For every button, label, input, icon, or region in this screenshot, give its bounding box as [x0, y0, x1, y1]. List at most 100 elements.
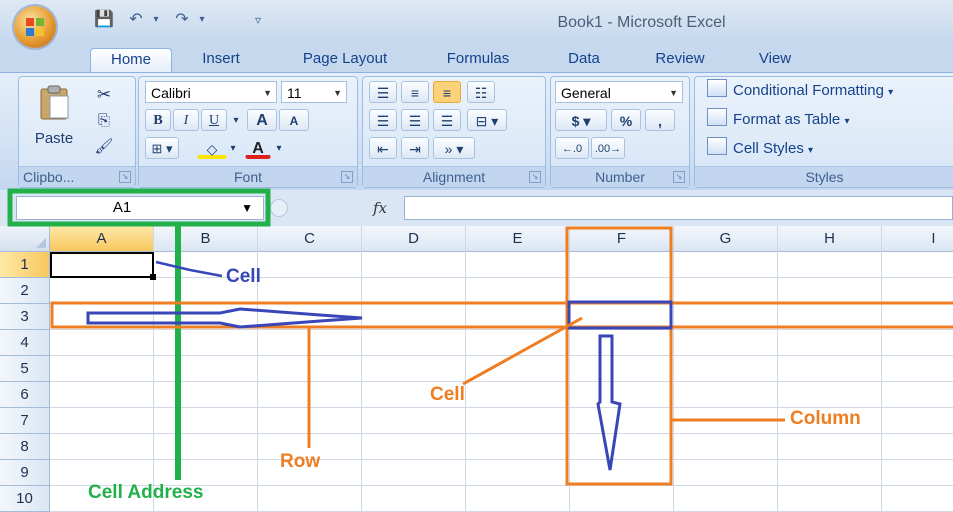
clipboard-launcher-icon[interactable]: ↘ — [119, 171, 131, 183]
bold-button[interactable]: B — [145, 109, 171, 131]
row-header[interactable]: 9 — [0, 460, 50, 486]
column-header[interactable]: D — [362, 226, 466, 252]
chevron-down-icon[interactable]: ▾ — [273, 137, 285, 159]
shrink-font-button[interactable]: A — [279, 109, 309, 131]
number-format-dropdown[interactable]: General ▼ — [555, 81, 683, 103]
row-header[interactable]: 6 — [0, 382, 50, 408]
worksheet-grid[interactable]: ABCDEFGHI 1 2 3 4 5 6 7 8 9 10 — [0, 226, 953, 512]
gridline — [881, 226, 882, 512]
tab-page-layout[interactable]: Page Layout — [288, 48, 402, 72]
tab-home[interactable]: Home — [90, 48, 172, 73]
annotation-column-label: Column — [790, 408, 861, 429]
name-box[interactable]: A1 ▼ — [16, 196, 264, 220]
office-logo-icon — [26, 18, 44, 36]
align-middle-icon[interactable]: ≡ — [401, 81, 429, 103]
row-header[interactable]: 4 — [0, 330, 50, 356]
chevron-down-icon[interactable]: ▾ — [229, 109, 243, 131]
decrease-indent-icon[interactable]: ⇤ — [369, 137, 397, 159]
chevron-down-icon: ▼ — [333, 88, 342, 98]
paste-button[interactable]: Paste — [23, 81, 85, 151]
column-header[interactable]: I — [882, 226, 953, 252]
percent-button[interactable]: % — [611, 109, 641, 131]
column-header[interactable]: E — [466, 226, 570, 252]
column-header[interactable]: F — [570, 226, 674, 252]
row-header[interactable]: 3 — [0, 304, 50, 330]
alignment-launcher-icon[interactable]: ↘ — [529, 171, 541, 183]
align-top-icon[interactable]: ☰ — [369, 81, 397, 103]
align-left-icon[interactable]: ☰ — [369, 109, 397, 131]
font-color-button[interactable]: A — [245, 137, 271, 159]
column-header[interactable]: H — [778, 226, 882, 252]
number-launcher-icon[interactable]: ↘ — [673, 171, 685, 183]
row-header[interactable]: 10 — [0, 486, 50, 512]
resize-handle-icon[interactable] — [270, 199, 288, 217]
alignment-group-label: Alignment — [363, 166, 545, 187]
tab-formulas[interactable]: Formulas — [432, 48, 524, 72]
gridline — [50, 277, 953, 278]
chevron-down-icon: ▾ — [808, 145, 814, 156]
select-all-triangle-icon — [36, 238, 46, 248]
column-header[interactable]: C — [258, 226, 362, 252]
cell-styles-label: Cell Styles — [733, 140, 804, 157]
currency-button[interactable]: $ ▾ — [555, 109, 607, 131]
chevron-down-icon: ▼ — [669, 88, 678, 98]
fill-color-icon[interactable]: ◇ — [197, 137, 227, 159]
row-header[interactable]: 5 — [0, 356, 50, 382]
insert-function-button[interactable]: fx — [360, 196, 400, 220]
styles-group-label: Styles — [695, 166, 953, 187]
office-button[interactable] — [14, 6, 56, 48]
cell-styles-icon — [707, 137, 727, 155]
font-group-label: Font — [139, 166, 357, 187]
row-header[interactable]: 2 — [0, 278, 50, 304]
annotation-cell-label-2: Cell — [430, 384, 465, 405]
grow-font-button[interactable]: A — [247, 109, 277, 131]
clipboard-group: Paste ✂ ⎘ 🖌 Clipbo... ↘ — [18, 76, 136, 188]
italic-button[interactable]: I — [173, 109, 199, 131]
underline-button[interactable]: U — [201, 109, 227, 131]
font-size-dropdown[interactable]: 11 ▼ — [281, 81, 347, 103]
tab-insert[interactable]: Insert — [186, 48, 256, 72]
annotation-cell-label: Cell — [226, 266, 261, 287]
conditional-formatting-button[interactable]: Conditional Formatting ▾ — [707, 79, 893, 103]
row-header[interactable]: 8 — [0, 434, 50, 460]
name-box-value: A1 — [112, 199, 132, 216]
align-right-icon[interactable]: ☰ — [433, 109, 461, 131]
format-painter-icon[interactable]: 🖌 — [91, 135, 117, 157]
chevron-down-icon: ▾ — [888, 87, 894, 98]
number-group: General ▼ $ ▾ % , ←.0 .00→ Number ↘ — [550, 76, 690, 188]
column-header[interactable]: B — [154, 226, 258, 252]
wrap-text-icon[interactable]: » ▾ — [433, 137, 475, 159]
tab-review[interactable]: Review — [644, 48, 716, 72]
cut-icon[interactable]: ✂ — [91, 83, 117, 105]
active-cell-a1[interactable] — [50, 252, 154, 278]
chevron-down-icon[interactable]: ▼ — [241, 197, 253, 219]
tab-view[interactable]: View — [744, 48, 806, 72]
font-size-value: 11 — [287, 85, 302, 101]
decrease-decimal-icon[interactable]: .00→ — [591, 137, 625, 159]
borders-icon[interactable]: ⊞ ▾ — [145, 137, 179, 159]
font-launcher-icon[interactable]: ↘ — [341, 171, 353, 183]
increase-indent-icon[interactable]: ⇥ — [401, 137, 429, 159]
row-header[interactable]: 1 — [0, 252, 50, 278]
annotation-row-label: Row — [280, 451, 321, 472]
fill-handle[interactable] — [150, 274, 156, 280]
column-header[interactable]: G — [674, 226, 778, 252]
format-as-table-button[interactable]: Format as Table ▾ — [707, 108, 849, 132]
align-bottom-icon[interactable]: ≡ — [433, 81, 461, 103]
chevron-down-icon[interactable]: ▾ — [227, 137, 239, 159]
comma-button[interactable]: , — [645, 109, 675, 131]
cell-styles-button[interactable]: Cell Styles ▾ — [707, 137, 813, 161]
orientation-icon[interactable]: ☷ — [467, 81, 495, 103]
tab-data[interactable]: Data — [556, 48, 612, 72]
formula-input[interactable] — [404, 196, 953, 220]
align-center-icon[interactable]: ☰ — [401, 109, 429, 131]
merge-center-icon[interactable]: ⊟ ▾ — [467, 109, 507, 131]
conditional-formatting-label: Conditional Formatting — [733, 82, 884, 99]
select-all-button[interactable] — [0, 226, 50, 252]
increase-decimal-icon[interactable]: ←.0 — [555, 137, 589, 159]
row-header[interactable]: 7 — [0, 408, 50, 434]
copy-icon[interactable]: ⎘ — [91, 109, 117, 131]
font-name-dropdown[interactable]: Calibri ▼ — [145, 81, 277, 103]
column-header[interactable]: A — [50, 226, 154, 252]
chevron-down-icon: ▾ — [844, 116, 850, 127]
